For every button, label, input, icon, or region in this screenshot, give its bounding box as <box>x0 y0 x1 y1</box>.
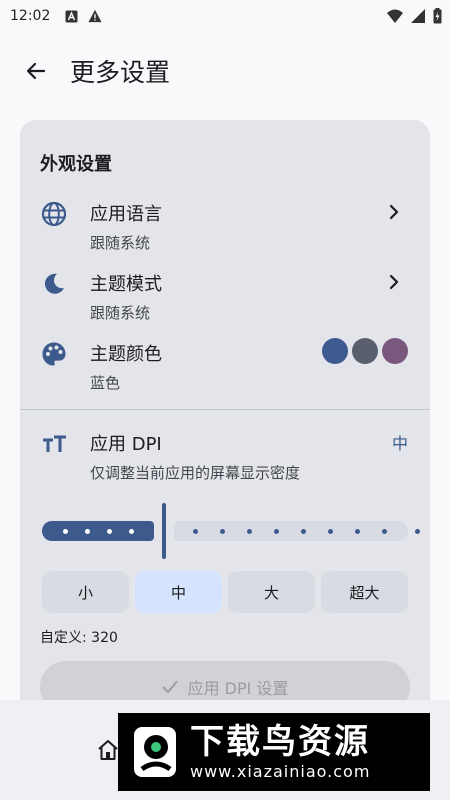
chevron-right-icon <box>384 202 404 222</box>
app-bar: 更多设置 <box>0 40 450 102</box>
section-title-appearance: 外观设置 <box>40 154 112 175</box>
bird-logo-icon <box>132 723 180 781</box>
dpi-custom-label: 自定义: 320 <box>40 630 118 646</box>
dpi-slider[interactable] <box>42 503 420 559</box>
setting-title: 应用 DPI <box>90 434 162 455</box>
setting-app-language[interactable]: 应用语言 跟随系统 <box>20 200 430 264</box>
slider-tick <box>328 529 333 534</box>
color-swatches <box>322 338 408 364</box>
slider-inactive-track <box>174 521 408 541</box>
color-swatch-purple[interactable] <box>382 338 408 364</box>
watermark-title: 下载鸟资源 <box>190 722 370 762</box>
setting-theme-mode[interactable]: 主题模式 跟随系统 <box>20 270 430 334</box>
color-swatch-gray[interactable] <box>352 338 378 364</box>
dpi-option-medium[interactable]: 中 <box>135 571 222 613</box>
slider-tick <box>247 529 252 534</box>
slider-active-track <box>42 521 154 541</box>
setting-title: 应用语言 <box>90 204 162 225</box>
globe-icon <box>40 200 68 228</box>
battery-icon <box>433 8 442 28</box>
check-icon <box>162 681 178 693</box>
color-swatch-blue[interactable] <box>322 338 348 364</box>
dpi-option-extra-large[interactable]: 超大 <box>321 571 408 613</box>
slider-tick <box>220 529 225 534</box>
divider <box>20 409 430 410</box>
a-notification-icon <box>64 9 78 23</box>
text-size-icon <box>40 430 68 458</box>
slider-tick <box>382 529 387 534</box>
setting-subtitle: 仅调整当前应用的屏幕显示密度 <box>90 464 301 482</box>
warning-icon <box>88 9 102 23</box>
dpi-size-options: 小 中 大 超大 <box>42 571 408 613</box>
slider-tick <box>415 529 420 534</box>
setting-theme-color[interactable]: 主题颜色 蓝色 <box>20 338 430 404</box>
back-button[interactable] <box>16 51 56 91</box>
arrow-back-icon <box>26 62 46 80</box>
watermark-banner: 下载鸟资源 www.xiazainiao.com <box>118 713 430 791</box>
palette-icon <box>40 340 68 368</box>
settings-card: 外观设置 应用语言 跟随系统 主题模式 跟随系统 主题颜色 蓝色 应用 DPI … <box>20 120 430 740</box>
setting-title: 主题颜色 <box>90 344 162 365</box>
slider-tick <box>301 529 306 534</box>
page-title: 更多设置 <box>70 58 171 87</box>
setting-subtitle: 蓝色 <box>90 374 121 392</box>
home-icon[interactable] <box>96 738 120 762</box>
dpi-current-value: 中 <box>391 434 408 453</box>
moon-icon <box>40 270 68 298</box>
slider-tick <box>193 529 198 534</box>
setting-subtitle: 跟随系统 <box>90 304 151 322</box>
slider-handle[interactable] <box>162 503 166 559</box>
setting-subtitle: 跟随系统 <box>90 234 151 252</box>
status-right <box>387 8 442 28</box>
dpi-option-large[interactable]: 大 <box>228 571 315 613</box>
setting-title: 主题模式 <box>90 274 162 295</box>
status-time: 12:02 <box>10 8 51 24</box>
slider-tick <box>63 529 68 534</box>
apply-dpi-label: 应用 DPI 设置 <box>187 679 289 698</box>
chevron-right-icon <box>384 272 404 292</box>
wifi-icon <box>387 9 403 27</box>
signal-icon <box>411 9 425 27</box>
slider-tick <box>107 529 112 534</box>
slider-tick <box>274 529 279 534</box>
status-bar: 12:02 <box>0 0 450 32</box>
slider-tick <box>129 529 134 534</box>
slider-tick <box>355 529 360 534</box>
dpi-option-small[interactable]: 小 <box>42 571 129 613</box>
slider-tick <box>85 529 90 534</box>
setting-app-dpi: 应用 DPI 仅调整当前应用的屏幕显示密度 中 <box>20 430 430 494</box>
watermark-text: 下载鸟资源 www.xiazainiao.com <box>190 722 370 782</box>
watermark-url: www.xiazainiao.com <box>190 762 371 781</box>
